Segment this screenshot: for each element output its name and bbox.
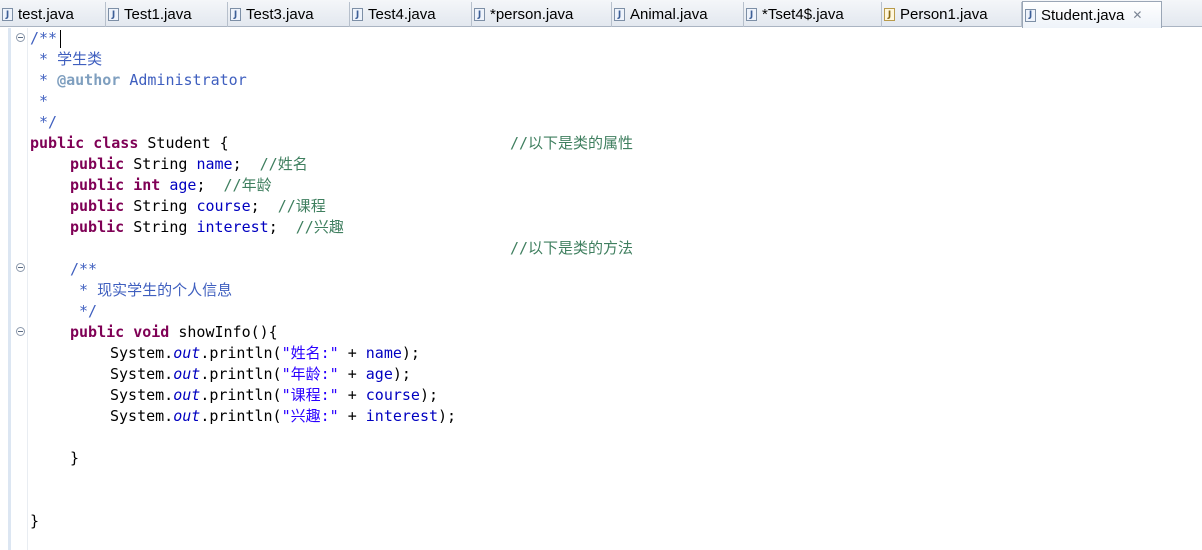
close-icon[interactable]: ✕	[1132, 8, 1142, 22]
java-file-icon: J	[1025, 8, 1036, 22]
java-file-icon: J	[352, 8, 363, 21]
fold-toggle-icon[interactable]	[16, 327, 25, 336]
tab-person-java[interactable]: J *person.java	[472, 2, 612, 27]
tab-label: test.java	[18, 6, 74, 23]
code-line[interactable]: System.out.println("姓名:" + name);	[110, 343, 420, 364]
tab-animal-java[interactable]: J Animal.java	[612, 2, 744, 27]
tab-test-java[interactable]: J test.java	[0, 2, 106, 27]
java-file-icon: J	[614, 8, 625, 21]
code-line[interactable]: public String name; //姓名	[70, 154, 308, 175]
java-file-icon: J	[108, 8, 119, 21]
code-line[interactable]: public int age; //年龄	[70, 175, 272, 196]
tab-label: Animal.java	[630, 6, 708, 23]
java-file-icon: J	[474, 8, 485, 21]
code-line[interactable]: public class Student {	[30, 133, 229, 154]
code-line[interactable]: }	[30, 511, 39, 532]
fold-toggle-icon[interactable]	[16, 33, 25, 42]
tab-student-java[interactable]: J Student.java ✕	[1022, 1, 1162, 28]
code-line[interactable]: */	[70, 301, 97, 322]
editor-gutter	[8, 28, 11, 550]
text-cursor	[60, 30, 61, 48]
tab-label: Student.java	[1041, 6, 1125, 24]
code-line[interactable]: public void showInfo(){	[70, 322, 278, 343]
java-file-icon: J	[230, 8, 241, 21]
tab-test4-java[interactable]: J Test4.java	[350, 2, 472, 27]
code-line[interactable]: System.out.println("课程:" + course);	[110, 385, 438, 406]
code-line[interactable]: public String course; //课程	[70, 196, 326, 217]
tab-person1-java[interactable]: J Person1.java	[882, 2, 1022, 27]
editor-tab-bar: J test.java J Test1.java J Test3.java J …	[0, 0, 1202, 28]
tab-test3-java[interactable]: J Test3.java	[228, 2, 350, 27]
fold-toggle-icon[interactable]	[16, 263, 25, 272]
ruler-line	[27, 28, 28, 550]
code-line[interactable]: System.out.println("年龄:" + age);	[110, 364, 411, 385]
code-line[interactable]: * 学生类	[30, 49, 102, 70]
code-line-comment[interactable]: //以下是类的方法	[510, 238, 633, 259]
tab-label: *person.java	[490, 6, 574, 23]
java-file-icon: J	[746, 8, 757, 21]
java-file-icon: J	[2, 8, 13, 21]
code-line[interactable]: public String interest; //兴趣	[70, 217, 344, 238]
tab-label: Test3.java	[246, 6, 314, 23]
code-line-comment[interactable]: //以下是类的属性	[510, 133, 633, 154]
tab-label: Test1.java	[124, 6, 192, 23]
code-line[interactable]: /**	[70, 259, 97, 280]
code-line[interactable]: System.out.println("兴趣:" + interest);	[110, 406, 456, 427]
tab-label: Test4.java	[368, 6, 436, 23]
tab-label: *Tset4$.java	[762, 6, 844, 23]
code-line[interactable]: * @author Administrator	[30, 70, 247, 91]
tab-label: Person1.java	[900, 6, 988, 23]
java-file-warning-icon: J	[884, 8, 895, 21]
code-line[interactable]: * 现实学生的个人信息	[70, 280, 232, 301]
code-line[interactable]: */	[30, 112, 57, 133]
tab-test1-java[interactable]: J Test1.java	[106, 2, 228, 27]
tab-tset4-java[interactable]: J *Tset4$.java	[744, 2, 882, 27]
code-line[interactable]: /**	[30, 28, 57, 49]
code-line[interactable]: }	[70, 448, 79, 469]
code-line[interactable]: *	[30, 91, 48, 112]
